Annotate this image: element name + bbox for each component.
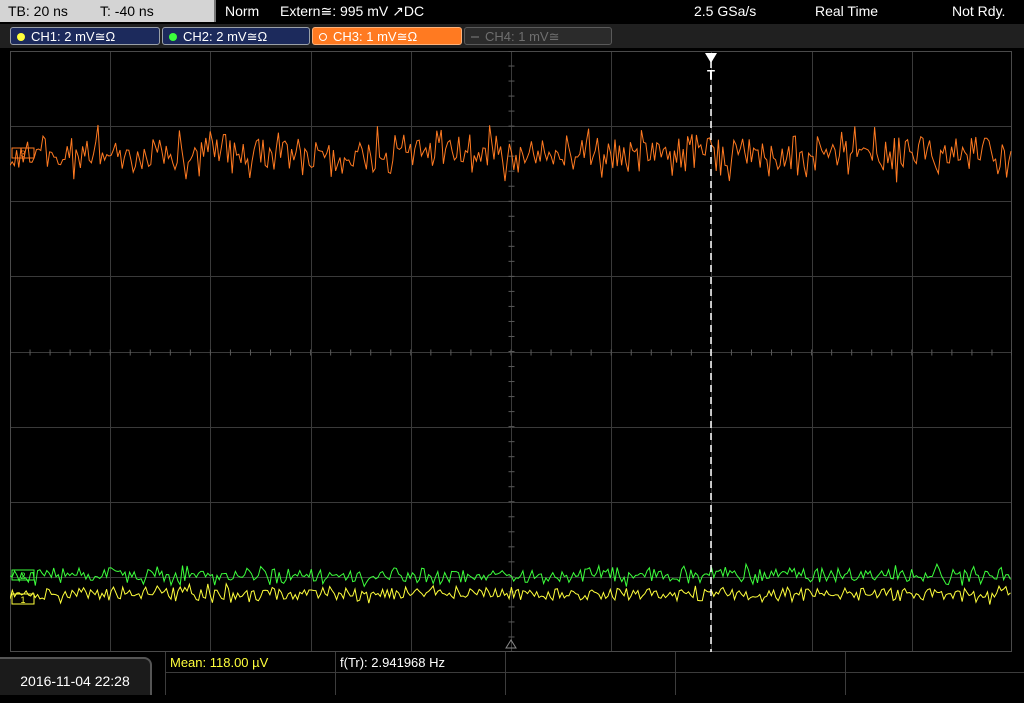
channel-4-button[interactable]: CH4: 1 mV≅ bbox=[464, 27, 612, 45]
channel-4-label: CH4: 1 mV≅ bbox=[485, 29, 560, 44]
frequency-measurement: f(Tr): 2.941968 Hz bbox=[340, 655, 446, 670]
measurement-cell-3[interactable] bbox=[505, 652, 506, 695]
trigger-mode[interactable]: Norm bbox=[225, 0, 259, 24]
channel-1-trace bbox=[10, 582, 1011, 605]
measurement-cell-2[interactable] bbox=[335, 652, 336, 695]
channel-2-indicator-icon bbox=[169, 33, 177, 41]
channel-3-label: CH3: 1 mV≅Ω bbox=[333, 29, 418, 44]
channel-3-offset-label: 3 bbox=[20, 149, 25, 159]
acquisition-status: Not Rdy. bbox=[952, 3, 1006, 19]
top-status-bar: TB: 20 ns T: -40 ns Norm Extern≅: 995 mV… bbox=[0, 0, 1024, 24]
waveform-grid: T 3 2 1 bbox=[10, 51, 1012, 652]
date-time-display: 2016-11-04 22:28 bbox=[0, 657, 152, 695]
sample-rate: 2.5 GSa/s bbox=[694, 3, 757, 19]
mean-measurement: Mean: 118.00 µV bbox=[170, 655, 269, 670]
timebase-label: TB: 20 ns bbox=[8, 3, 68, 19]
channel-2-trace bbox=[10, 562, 1011, 588]
measurement-cell-5[interactable] bbox=[845, 652, 846, 695]
measurement-cell-1[interactable] bbox=[165, 652, 166, 695]
timebase-panel[interactable]: TB: 20 ns T: -40 ns bbox=[0, 0, 216, 22]
trigger-marker-label: T bbox=[707, 67, 715, 82]
channel-4-indicator-icon bbox=[471, 36, 479, 38]
acquisition-mode[interactable]: Real Time bbox=[815, 0, 878, 24]
waveform-display[interactable]: T 3 2 1 bbox=[10, 51, 1012, 652]
measurement-cell-4[interactable] bbox=[675, 652, 676, 695]
trigger-source[interactable]: Extern≅: 995 mV ↗DC bbox=[280, 0, 424, 24]
channel-1-offset-label: 1 bbox=[20, 595, 25, 605]
channel-3-button[interactable]: CH3: 1 mV≅Ω bbox=[312, 27, 462, 45]
channel-1-label: CH1: 2 mV≅Ω bbox=[31, 29, 116, 44]
channel-1-indicator-icon bbox=[17, 33, 25, 41]
channel-3-indicator-icon bbox=[319, 33, 327, 41]
channel-2-label: CH2: 2 mV≅Ω bbox=[183, 29, 268, 44]
trigger-offset-label: T: -40 ns bbox=[100, 3, 154, 19]
channel-3-trace bbox=[10, 124, 1012, 183]
channel-1-button[interactable]: CH1: 2 mV≅Ω bbox=[10, 27, 160, 45]
channel-2-button[interactable]: CH2: 2 mV≅Ω bbox=[162, 27, 310, 45]
trigger-position-marker-icon bbox=[705, 53, 717, 63]
channel-2-offset-label: 2 bbox=[20, 571, 25, 581]
measurement-divider bbox=[165, 672, 1024, 673]
channel-bar: CH1: 2 mV≅Ω CH2: 2 mV≅Ω CH3: 1 mV≅Ω CH4:… bbox=[0, 24, 1024, 48]
measurement-panel bbox=[0, 652, 1024, 695]
